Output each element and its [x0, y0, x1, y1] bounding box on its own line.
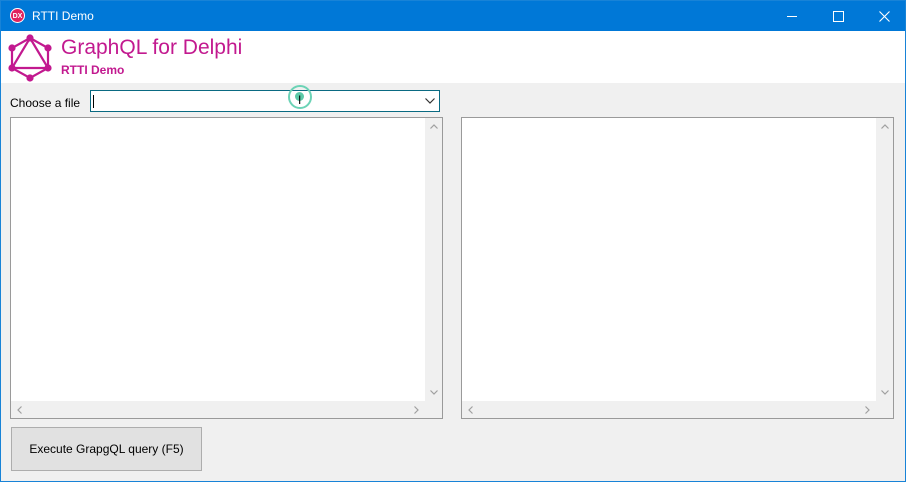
query-editor[interactable]: [10, 117, 443, 419]
app-icon: DX: [10, 8, 25, 23]
dropdown-button[interactable]: [421, 91, 439, 111]
query-vertical-scrollbar[interactable]: [425, 118, 442, 401]
scroll-up-icon[interactable]: [425, 118, 442, 135]
execute-query-button[interactable]: Execute GrapgQL query (F5): [11, 427, 202, 471]
scroll-left-icon[interactable]: [462, 401, 479, 418]
brand-subtitle: RTTI Demo: [61, 63, 125, 77]
ibeam-cursor-icon: I: [298, 93, 302, 107]
close-icon: [878, 10, 890, 22]
query-horizontal-scrollbar[interactable]: [11, 401, 425, 418]
window-title: RTTI Demo: [32, 9, 94, 23]
chevron-down-icon: [425, 98, 435, 104]
result-viewer[interactable]: [461, 117, 894, 419]
scroll-left-icon[interactable]: [11, 401, 28, 418]
app-window: DX RTTI Demo GraphQL for Delphi RTTI Dem…: [0, 0, 906, 482]
choose-file-label: Choose a file: [10, 96, 81, 110]
scroll-right-icon[interactable]: [859, 401, 876, 418]
file-combobox[interactable]: [90, 90, 440, 112]
scrollbar-corner: [425, 401, 442, 418]
maximize-button[interactable]: [815, 1, 861, 31]
graphql-logo-icon: [8, 34, 52, 82]
scrollbar-corner: [876, 401, 893, 418]
scroll-down-icon[interactable]: [876, 384, 893, 401]
header-banner: GraphQL for Delphi RTTI Demo: [1, 31, 905, 83]
minimize-button[interactable]: [769, 1, 815, 31]
scroll-down-icon[interactable]: [425, 384, 442, 401]
scroll-right-icon[interactable]: [408, 401, 425, 418]
close-button[interactable]: [861, 1, 906, 31]
minimize-icon: [787, 15, 797, 17]
text-caret: [93, 95, 94, 108]
file-input[interactable]: [93, 92, 413, 110]
brand-title: GraphQL for Delphi: [61, 36, 243, 59]
result-horizontal-scrollbar[interactable]: [462, 401, 876, 418]
scroll-up-icon[interactable]: [876, 118, 893, 135]
title-bar[interactable]: DX RTTI Demo: [1, 1, 905, 31]
maximize-icon: [832, 10, 844, 22]
result-vertical-scrollbar[interactable]: [876, 118, 893, 401]
